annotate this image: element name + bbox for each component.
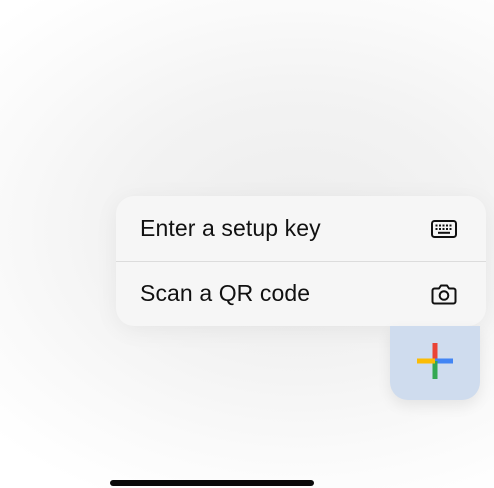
home-indicator[interactable] [110,480,314,486]
menu-item-label: Enter a setup key [140,215,321,241]
menu-item-scan-qr-code[interactable]: Scan a QR code [116,261,486,326]
menu-item-enter-setup-key[interactable]: Enter a setup key [116,196,486,261]
keyboard-icon [430,217,458,241]
add-account-fab[interactable] [390,326,480,400]
camera-icon [430,282,458,306]
add-account-menu: Enter a setup key Scan a QR code [116,196,486,326]
menu-item-label: Scan a QR code [140,280,311,306]
google-plus-icon [415,341,455,386]
